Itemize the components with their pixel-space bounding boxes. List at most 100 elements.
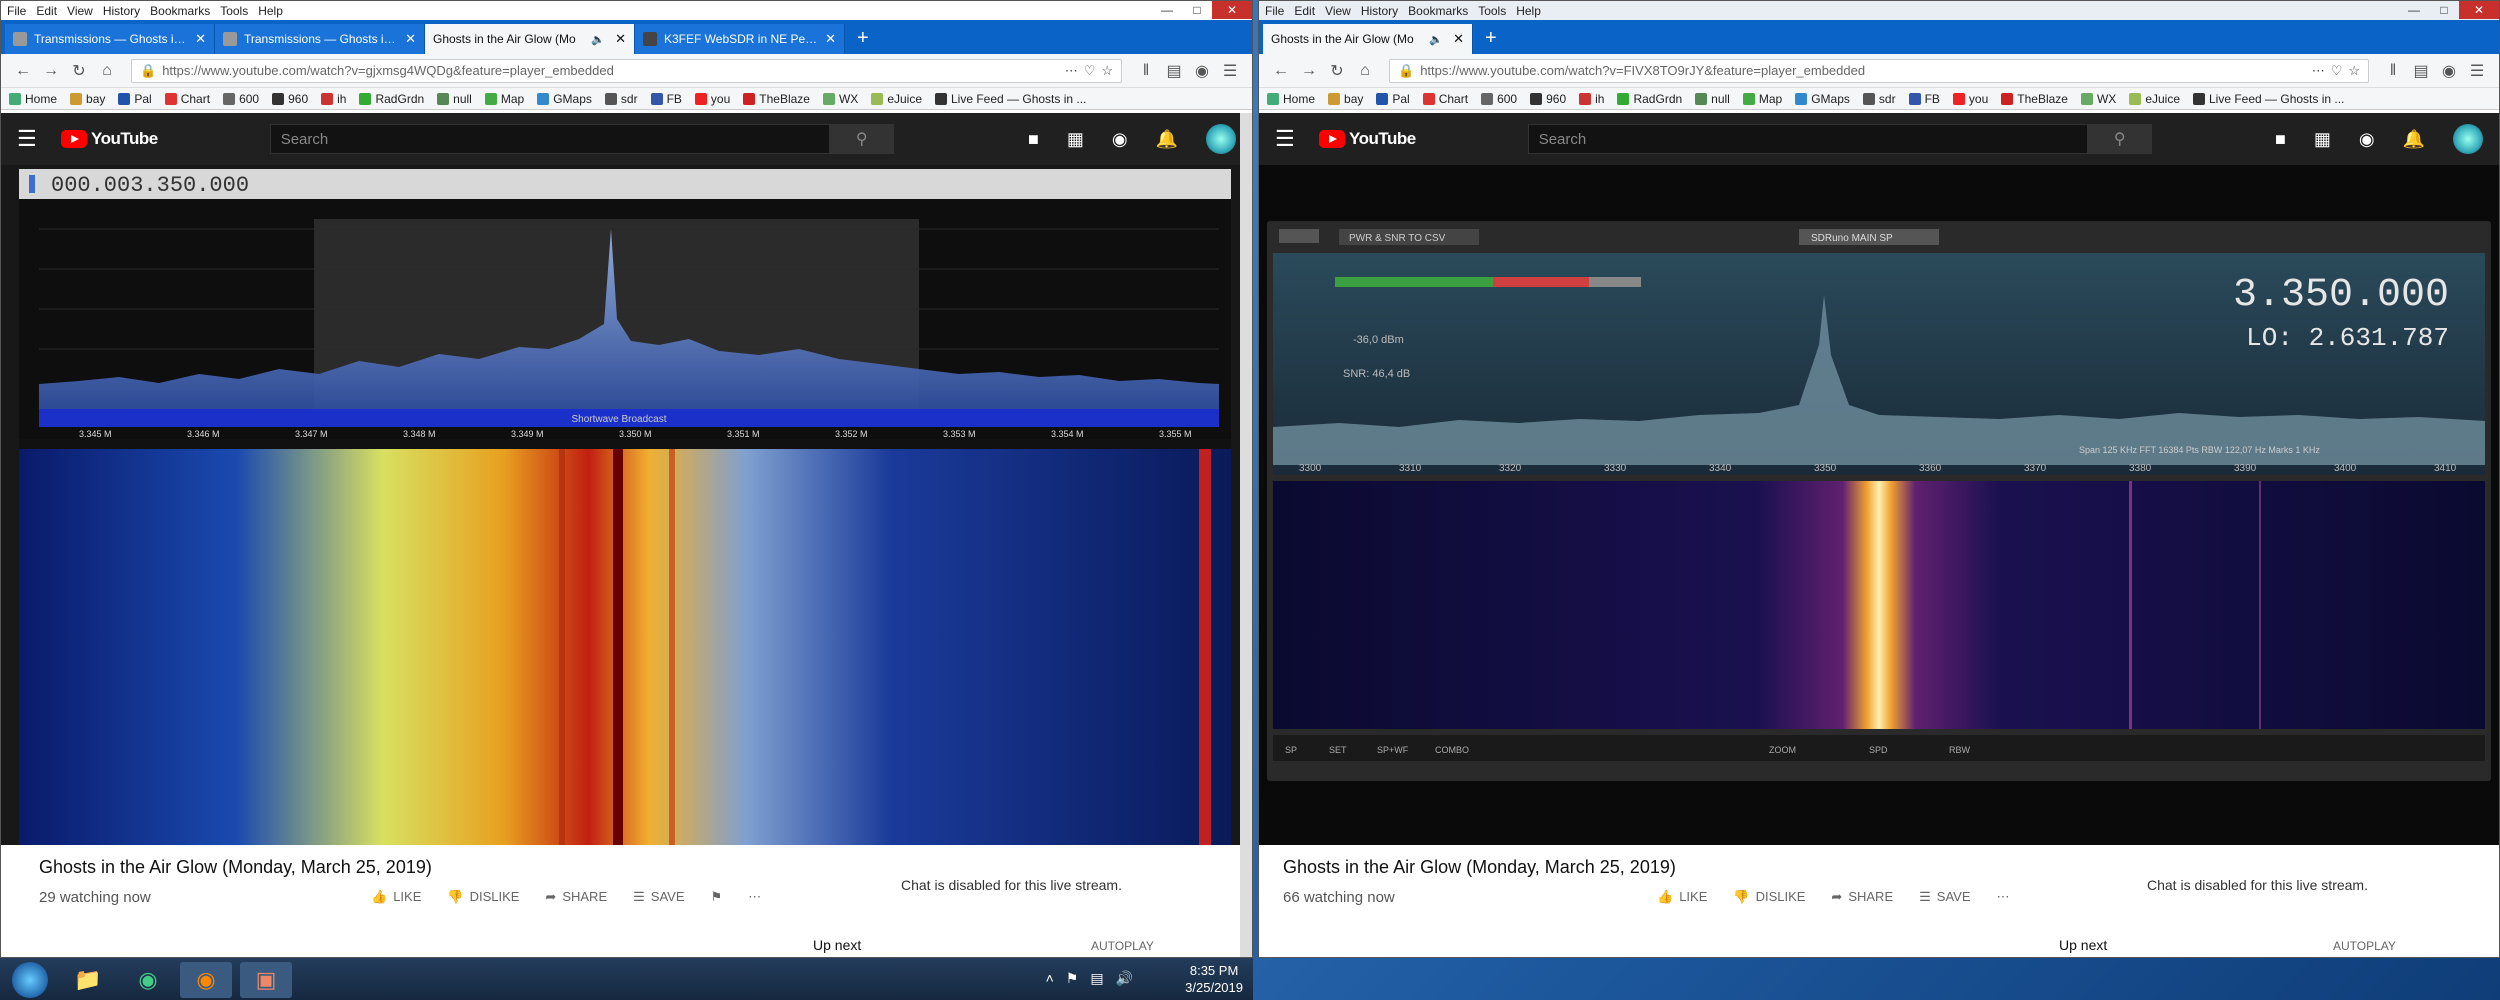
- back-icon[interactable]: ←: [1267, 62, 1295, 80]
- bell-icon[interactable]: 🔔: [2403, 129, 2425, 150]
- url-bar[interactable]: 🔒 https://www.youtube.com/watch?v=FIVX8T…: [1389, 58, 2369, 83]
- bookmark-ih[interactable]: ih: [1579, 92, 1604, 106]
- bell-icon[interactable]: 🔔: [1156, 129, 1178, 150]
- avatar[interactable]: [2453, 124, 2483, 154]
- tab-youtube-active[interactable]: Ghosts in the Air Glow (Mo 🔈 ✕: [1, 24, 635, 957]
- menu-history[interactable]: History: [103, 4, 140, 18]
- bookmark-ejuice[interactable]: eJuice: [2129, 92, 2180, 106]
- camera-taskbar-button[interactable]: ▣: [240, 962, 292, 998]
- search-input[interactable]: Search: [1527, 124, 2088, 154]
- close-icon[interactable]: ✕: [2459, 1, 2499, 19]
- chat-icon[interactable]: ◉: [2359, 129, 2375, 150]
- sdr-spd-button[interactable]: SPD: [1869, 745, 1888, 755]
- bookmark-sdr[interactable]: sdr: [1862, 92, 1896, 106]
- star-icon[interactable]: ☆: [2348, 63, 2360, 79]
- video-player[interactable]: 000.003.350.000 Shortwave Broadcast 3.34…: [19, 169, 1231, 845]
- bookmark-livefeed[interactable]: Live Feed — Ghosts in ...: [935, 92, 1086, 106]
- sdr-rbw-button[interactable]: RBW: [1949, 745, 1971, 755]
- close-tab-icon[interactable]: ✕: [825, 31, 836, 47]
- bookmark-radgrdn[interactable]: RadGrdn: [359, 92, 424, 106]
- url-bar[interactable]: 🔒 https://www.youtube.com/watch?v=gjxmsg…: [131, 58, 1122, 83]
- back-icon[interactable]: ←: [9, 62, 37, 80]
- share-button[interactable]: ➦ SHARE: [1831, 889, 1893, 905]
- bookmark-ih[interactable]: ih: [321, 92, 346, 106]
- sdr-sp-button[interactable]: SP: [1285, 745, 1297, 755]
- page-actions-icon[interactable]: ⋯: [2312, 63, 2325, 79]
- youtube-logo[interactable]: YouTube: [1319, 129, 1416, 149]
- volume-icon[interactable]: 🔊: [1116, 970, 1133, 987]
- bookmark-960[interactable]: 960: [272, 92, 308, 106]
- bookmark-theblaze[interactable]: TheBlaze: [743, 92, 810, 106]
- sdr-zoom-button[interactable]: ZOOM: [1769, 745, 1796, 755]
- reload-icon[interactable]: ↻: [65, 61, 93, 81]
- forward-icon[interactable]: →: [1295, 62, 1323, 80]
- network-icon[interactable]: ▤: [1090, 970, 1103, 987]
- camera-icon[interactable]: ■: [2275, 129, 2286, 150]
- page-actions-icon[interactable]: ⋯: [1065, 63, 1078, 79]
- flag-icon[interactable]: ⚑: [711, 889, 723, 905]
- menu-file[interactable]: File: [7, 4, 26, 18]
- bookmark-fb[interactable]: FB: [1908, 92, 1940, 106]
- sdr-set-button[interactable]: SET: [1329, 745, 1347, 755]
- menu-history[interactable]: History: [1361, 4, 1398, 18]
- speaker-icon[interactable]: 🔈: [1429, 33, 1443, 46]
- bookmark-livefeed[interactable]: Live Feed — Ghosts in ...: [2193, 92, 2344, 106]
- bookmark-wx[interactable]: WX: [822, 92, 858, 106]
- save-button[interactable]: ☰ SAVE: [633, 889, 684, 905]
- close-icon[interactable]: ✕: [1212, 1, 1252, 19]
- bookmark-ejuice[interactable]: eJuice: [871, 92, 922, 106]
- close-tab-icon[interactable]: ✕: [615, 31, 626, 47]
- tab-youtube-active[interactable]: Ghosts in the Air Glow (Mo 🔈 ✕: [1259, 24, 1473, 957]
- bookmark-600[interactable]: 600: [1481, 92, 1517, 106]
- search-input[interactable]: Search: [269, 124, 830, 154]
- bookmark-map[interactable]: Map: [1742, 92, 1782, 106]
- bookmark-null[interactable]: null: [437, 92, 472, 106]
- close-tab-icon[interactable]: ✕: [405, 31, 416, 47]
- menu-edit[interactable]: Edit: [1294, 4, 1315, 18]
- search-icon[interactable]: ⚲: [2087, 124, 2152, 154]
- extension-icon[interactable]: ◉: [1188, 61, 1216, 81]
- menu-file[interactable]: File: [1265, 4, 1284, 18]
- bookmark-pal[interactable]: Pal: [118, 92, 152, 106]
- firefox-taskbar-button[interactable]: ◉: [180, 962, 232, 998]
- minimize-icon[interactable]: —: [2399, 1, 2429, 19]
- menu-view[interactable]: View: [67, 4, 93, 18]
- dislike-button[interactable]: 👎 DISLIKE: [447, 889, 519, 905]
- forward-icon[interactable]: →: [37, 62, 65, 80]
- scrollbar[interactable]: [1240, 113, 1252, 957]
- bookmark-960[interactable]: 960: [1530, 92, 1566, 106]
- bookmark-bay[interactable]: bay: [70, 92, 105, 106]
- sidebar-icon[interactable]: ▤: [2407, 61, 2435, 81]
- maximize-icon[interactable]: □: [1182, 1, 1212, 19]
- pocket-icon[interactable]: ♡: [2331, 63, 2343, 79]
- youtube-logo[interactable]: YouTube: [61, 129, 158, 149]
- hamburger-icon[interactable]: ☰: [1275, 126, 1307, 152]
- camera-icon[interactable]: ■: [1028, 129, 1039, 150]
- tab-transmissions-1[interactable]: Transmissions — Ghosts in the ✕: [5, 24, 215, 54]
- bookmark-sdr[interactable]: sdr: [604, 92, 638, 106]
- more-icon[interactable]: ⋯: [1997, 889, 2010, 905]
- home-icon[interactable]: ⌂: [93, 62, 121, 80]
- menu-tools[interactable]: Tools: [1478, 4, 1506, 18]
- bookmark-bay[interactable]: bay: [1328, 92, 1363, 106]
- bookmark-radgrdn[interactable]: RadGrdn: [1617, 92, 1682, 106]
- chat-icon[interactable]: ◉: [1112, 129, 1128, 150]
- pocket-icon[interactable]: ♡: [1084, 63, 1096, 79]
- menu-icon[interactable]: ☰: [2463, 61, 2491, 81]
- bookmark-600[interactable]: 600: [223, 92, 259, 106]
- more-icon[interactable]: ⋯: [748, 889, 761, 905]
- new-tab-icon[interactable]: +: [845, 27, 881, 54]
- bookmark-theblaze[interactable]: TheBlaze: [2001, 92, 2068, 106]
- apps-icon[interactable]: ▦: [2314, 129, 2331, 150]
- bookmark-gmaps[interactable]: GMaps: [537, 92, 592, 106]
- bookmark-chart[interactable]: Chart: [1422, 92, 1468, 106]
- bookmark-map[interactable]: Map: [484, 92, 524, 106]
- bookmark-home[interactable]: Home: [1267, 92, 1315, 106]
- chrome-taskbar-button[interactable]: ◉: [122, 962, 174, 998]
- bookmark-chart[interactable]: Chart: [164, 92, 210, 106]
- dislike-button[interactable]: 👎 DISLIKE: [1733, 889, 1805, 905]
- hamburger-icon[interactable]: ☰: [17, 126, 49, 152]
- sidebar-icon[interactable]: ▤: [1160, 61, 1188, 81]
- like-button[interactable]: 👍 LIKE: [371, 889, 421, 905]
- sdr-small-button[interactable]: [1279, 229, 1319, 243]
